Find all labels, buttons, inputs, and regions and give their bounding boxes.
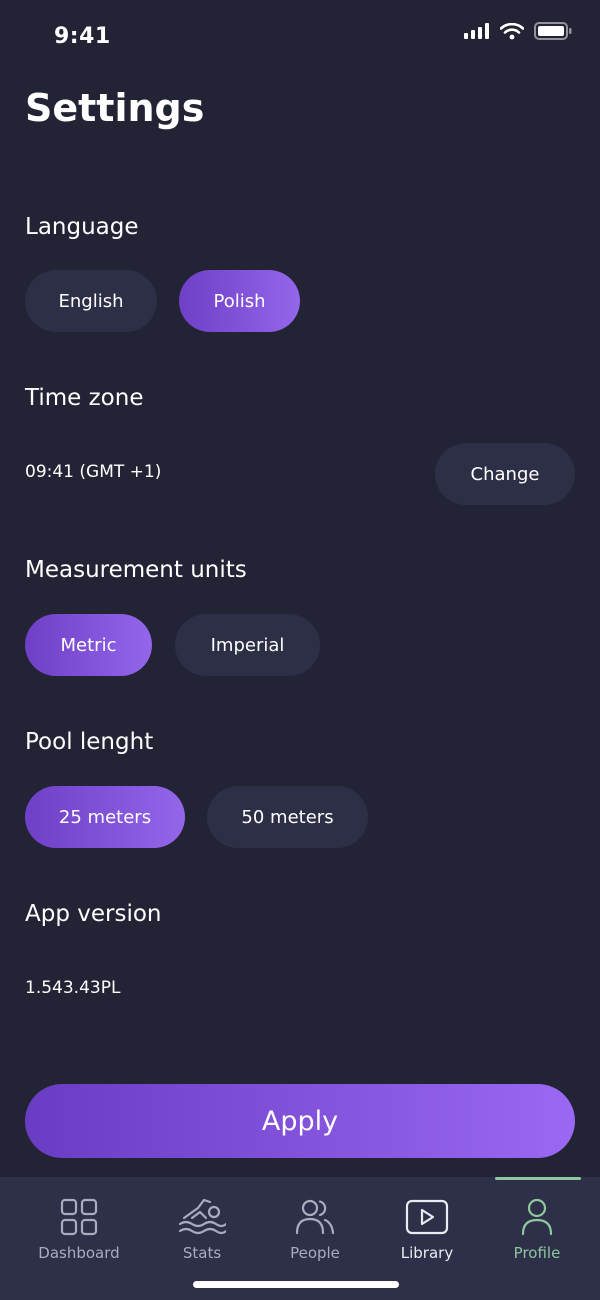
wifi-icon xyxy=(500,22,524,39)
change-time-zone-button[interactable]: Change xyxy=(435,443,575,505)
language-english-button[interactable]: English xyxy=(25,270,157,332)
language-label: Language xyxy=(25,214,139,240)
language-polish-button[interactable]: Polish xyxy=(179,270,300,332)
home-indicator[interactable] xyxy=(193,1281,399,1288)
tab-people-label: People xyxy=(290,1244,340,1262)
time-zone-label: Time zone xyxy=(25,385,144,411)
time-zone-value: 09:41 (GMT +1) xyxy=(25,462,162,482)
tab-library[interactable]: Library xyxy=(372,1177,482,1277)
pool-50m-button[interactable]: 50 meters xyxy=(207,786,368,848)
play-icon xyxy=(405,1197,449,1237)
swimmer-icon xyxy=(178,1197,226,1237)
app-version-value: 1.543.43PL xyxy=(25,978,121,998)
status-bar: 9:41 xyxy=(0,0,600,70)
pool-25m-button[interactable]: 25 meters xyxy=(25,786,185,848)
pool-length-label: Pool lenght xyxy=(25,729,154,755)
app-version-label: App version xyxy=(25,901,162,927)
units-imperial-button[interactable]: Imperial xyxy=(175,614,320,676)
status-icons xyxy=(464,22,572,40)
tab-profile-label: Profile xyxy=(513,1244,561,1262)
tab-dashboard[interactable]: Dashboard xyxy=(24,1177,134,1277)
person-icon xyxy=(521,1197,553,1237)
grid-icon xyxy=(60,1197,98,1237)
tab-stats[interactable]: Stats xyxy=(147,1177,257,1277)
battery-icon xyxy=(534,22,572,40)
people-icon xyxy=(295,1197,335,1237)
signal-icon xyxy=(464,23,489,39)
units-metric-button[interactable]: Metric xyxy=(25,614,152,676)
status-time: 9:41 xyxy=(54,24,111,49)
page-title: Settings xyxy=(25,86,205,130)
tab-dashboard-label: Dashboard xyxy=(38,1244,120,1262)
tab-library-label: Library xyxy=(400,1244,454,1262)
apply-button[interactable]: Apply xyxy=(25,1084,575,1158)
tab-stats-label: Stats xyxy=(182,1244,222,1262)
tab-profile[interactable]: Profile xyxy=(482,1177,592,1277)
measurement-units-label: Measurement units xyxy=(25,557,247,583)
tab-people[interactable]: People xyxy=(260,1177,370,1277)
